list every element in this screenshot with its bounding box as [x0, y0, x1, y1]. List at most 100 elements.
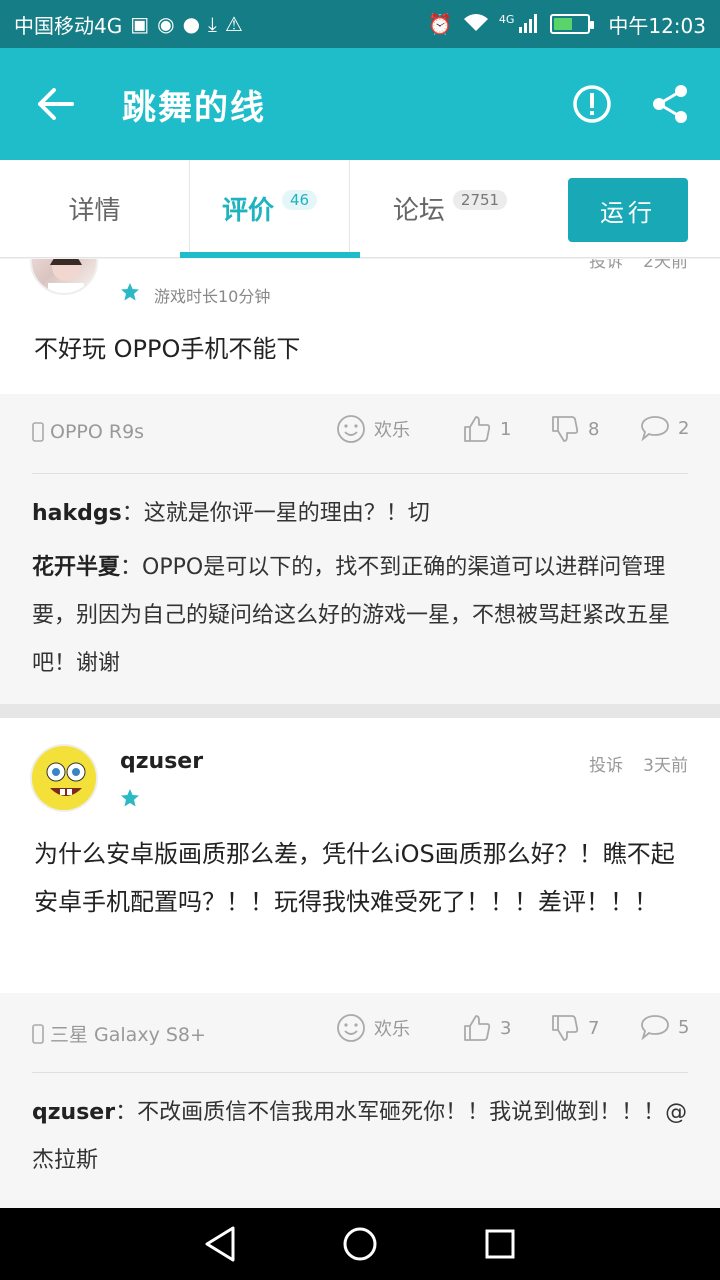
dislike-count: 8 — [588, 418, 600, 440]
run-button[interactable]: 运行 — [568, 178, 688, 242]
back-nav-button[interactable] — [190, 1214, 250, 1274]
smile-icon — [337, 415, 365, 443]
wifi-icon — [463, 13, 489, 36]
share-icon — [653, 85, 687, 123]
system-nav-bar — [0, 1208, 720, 1280]
review-footer: OPPO R9s 欢乐 1 8 2 hakdgs：这就是你评一星的理由？！切 花… — [0, 394, 720, 704]
review-card: 游戏时长10分钟 投诉 2天前 不好玩 OPPO手机不能下 — [0, 259, 720, 394]
fun-button[interactable]: 欢乐 — [336, 1013, 410, 1043]
tab-label: 详情 — [68, 196, 121, 226]
playtime-label: 游戏时长10分钟 — [154, 287, 271, 306]
device-info: OPPO R9s — [32, 421, 144, 443]
reply[interactable]: hakdgs：这就是你评一星的理由？！切 — [32, 490, 688, 538]
review-text: 不好玩 OPPO手机不能下 — [34, 335, 301, 363]
dislike-button[interactable]: 8 — [550, 414, 599, 444]
notification-app-icon: ▣ — [130, 12, 150, 36]
like-button[interactable]: 3 — [462, 1013, 511, 1043]
section-divider — [0, 704, 720, 718]
review-meta: 投诉 2天前 — [589, 259, 688, 272]
reply-username: hakdgs — [32, 501, 122, 526]
divider — [32, 1072, 688, 1073]
report-link[interactable]: 投诉 — [589, 259, 623, 272]
status-bar: 中国移动4G ▣ ◉ ● ⤓ ⚠ ⏰ 4G 中午12:03 — [0, 0, 720, 48]
recents-nav-button[interactable] — [470, 1214, 530, 1274]
warning-icon: ⚠ — [224, 12, 243, 36]
circle-home-icon — [343, 1227, 377, 1261]
battery-level — [554, 18, 572, 30]
square-recents-icon — [485, 1229, 515, 1259]
review-footer: 三星 Galaxy S8+ 欢乐 3 7 5 qzuser：不改画质信不信我用水… — [0, 993, 720, 1208]
comment-button[interactable]: 2 — [640, 414, 689, 442]
review-text: 为什么安卓版画质那么差，凭什么iOS画质那么好？！瞧不起安卓手机配置吗？！！玩得… — [34, 840, 675, 916]
device-info: 三星 Galaxy S8+ — [32, 1020, 206, 1047]
report-button[interactable] — [566, 78, 618, 130]
comment-button[interactable]: 5 — [640, 1013, 689, 1041]
review-card: qzuser 投诉 3天前 为什么安卓版画质那么差，凭什么iOS画质那么好？！瞧… — [0, 718, 720, 993]
divider — [32, 473, 688, 474]
thumbs-down-icon — [552, 416, 579, 442]
tab-label: 评价 — [221, 196, 274, 226]
report-link[interactable]: 投诉 — [589, 751, 623, 776]
notification-app-icon-2: ◉ — [157, 12, 175, 36]
device-name: OPPO R9s — [50, 421, 145, 443]
reply-text: 不改画质信不信我用水军砸死你！！我说到做到！！！@杰拉斯 — [32, 1100, 688, 1173]
dislike-count: 7 — [588, 1017, 600, 1039]
dislike-button[interactable]: 7 — [550, 1013, 599, 1043]
message-icon: ● — [182, 12, 201, 36]
comment-count: 5 — [678, 1016, 690, 1038]
clock: 中午12:03 — [608, 13, 706, 38]
device-name: 三星 Galaxy S8+ — [50, 1024, 206, 1046]
review-count-badge: 46 — [281, 189, 318, 210]
page-title: 跳舞的线 — [122, 87, 266, 128]
arrow-left-icon — [38, 88, 74, 120]
like-count: 3 — [500, 1017, 512, 1039]
reply[interactable]: 花开半夏：OPPO是可以下的，找不到正确的渠道可以进群问管理要，别因为自己的疑问… — [32, 544, 688, 688]
carrier-label: 中国移动4G — [14, 13, 123, 38]
thumbs-down-icon — [552, 1015, 579, 1041]
app-bar: 跳舞的线 — [0, 48, 720, 160]
home-nav-button[interactable] — [330, 1214, 390, 1274]
back-button[interactable] — [24, 72, 88, 136]
comment-icon — [641, 416, 669, 442]
battery-icon — [550, 14, 595, 34]
review-meta: 投诉 3天前 — [589, 751, 688, 776]
fun-label: 欢乐 — [374, 420, 410, 441]
smile-icon — [337, 1014, 365, 1042]
avatar[interactable] — [30, 259, 98, 295]
like-button[interactable]: 1 — [462, 414, 511, 444]
signal-icon — [518, 13, 540, 36]
review-time: 3天前 — [643, 756, 688, 776]
network-type: 4G — [498, 12, 515, 26]
fun-label: 欢乐 — [374, 1019, 410, 1040]
comment-icon — [641, 1015, 669, 1041]
review-username[interactable]: qzuser — [120, 749, 203, 774]
exclamation-icon — [573, 85, 611, 123]
review-time: 2天前 — [643, 259, 688, 272]
comment-count: 2 — [678, 417, 690, 439]
fun-button[interactable]: 欢乐 — [336, 414, 410, 444]
star-icon — [121, 789, 139, 807]
star-icon — [121, 283, 139, 301]
reply-username: qzuser — [32, 1100, 116, 1125]
tab-details[interactable]: 详情 — [0, 159, 190, 258]
alarm-icon: ⏰ — [427, 12, 453, 36]
reply-text: 这就是你评一星的理由？！切 — [143, 501, 430, 526]
tab-reviews[interactable]: 评价 46 — [190, 159, 350, 258]
share-button[interactable] — [644, 78, 696, 130]
thumbs-up-icon — [464, 416, 491, 442]
reply[interactable]: qzuser：不改画质信不信我用水军砸死你！！我说到做到！！！@杰拉斯 — [32, 1089, 688, 1185]
reply-text: OPPO是可以下的，找不到正确的渠道可以进群问管理要，别因为自己的疑问给这么好的… — [32, 555, 671, 676]
avatar[interactable] — [30, 744, 98, 812]
tab-label: 论坛 — [392, 196, 445, 226]
active-tab-indicator — [180, 252, 360, 258]
review-list[interactable]: 游戏时长10分钟 投诉 2天前 不好玩 OPPO手机不能下 OPPO R9s 欢… — [0, 259, 720, 1208]
tab-forum[interactable]: 论坛 2751 — [350, 160, 550, 258]
reply-username: 花开半夏 — [32, 555, 121, 580]
like-count: 1 — [500, 418, 512, 440]
thumbs-up-icon — [464, 1015, 491, 1041]
triangle-back-icon — [205, 1226, 235, 1262]
download-icon: ⤓ — [208, 12, 217, 36]
forum-count-badge: 2751 — [452, 189, 508, 210]
phone-icon — [32, 1023, 44, 1044]
phone-icon — [32, 422, 44, 442]
